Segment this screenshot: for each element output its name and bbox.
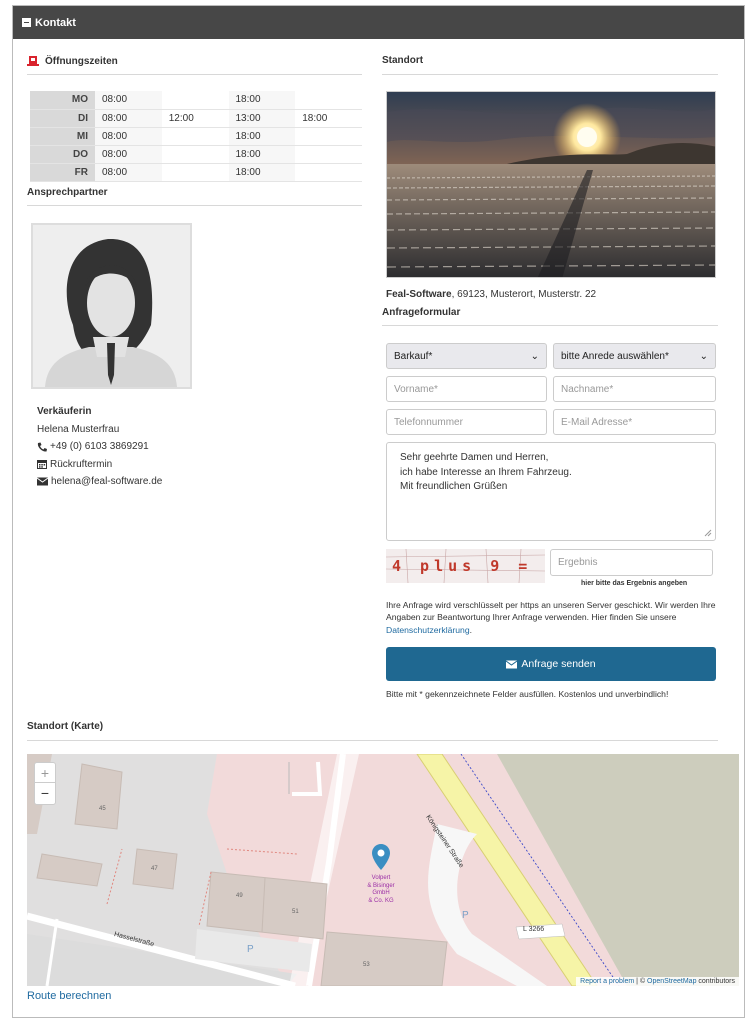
location-address: Feal-Software, 69123, Musterort, Musters… <box>386 289 597 300</box>
day-cell: FR <box>30 163 95 182</box>
panel-title: Kontakt <box>35 16 76 29</box>
table-row: MO 08:00 18:00 <box>30 91 362 110</box>
time-cell: 18:00 <box>228 91 296 110</box>
salutation-select[interactable]: bitte Anrede auswählen* ⌄ <box>553 343 716 369</box>
chevron-down-icon: ⌄ <box>530 350 539 362</box>
contact-phone[interactable]: +49 (0) 6103 3869291 <box>37 438 162 456</box>
location-map[interactable]: + − Volpert & Bisinger GmbH & Co. KG Kön… <box>27 754 739 986</box>
time-cell <box>161 127 229 146</box>
contact-person-heading: Ansprechpartner <box>27 187 108 198</box>
house-number: 45 <box>99 806 106 812</box>
panel-header[interactable]: Kontakt <box>13 6 744 39</box>
email-input[interactable]: E-Mail Adresse* <box>553 409 716 435</box>
zoom-out-button[interactable]: − <box>35 783 55 803</box>
contact-role: Verkäuferin <box>37 406 92 417</box>
time-cell: 18:00 <box>228 163 296 182</box>
clock-icon <box>27 56 39 66</box>
send-request-button[interactable]: Anfrage senden <box>386 647 716 681</box>
chevron-down-icon: ⌄ <box>699 350 708 362</box>
lastname-input[interactable]: Nachname* <box>553 376 716 402</box>
captcha-hint: hier bitte das Ergebnis angeben <box>581 580 688 587</box>
map-marker-icon[interactable] <box>372 844 390 870</box>
envelope-icon <box>37 477 48 486</box>
contact-panel: Kontakt Öffnungszeiten MO 08:00 18:00 DI… <box>12 5 745 1018</box>
report-problem-link[interactable]: Report a problem <box>580 978 634 985</box>
zoom-control: + − <box>34 762 56 805</box>
phone-input[interactable]: Telefonnummer <box>386 409 547 435</box>
house-number: 53 <box>363 962 370 968</box>
time-cell <box>295 127 362 146</box>
parking-label: P <box>247 944 254 955</box>
time-cell <box>161 91 229 110</box>
message-textarea[interactable]: Sehr geehrte Damen und Herren, ich habe … <box>386 442 716 541</box>
time-cell: 18:00 <box>295 109 362 128</box>
table-row: FR 08:00 18:00 <box>30 163 362 182</box>
time-cell: 12:00 <box>161 109 229 128</box>
firstname-input[interactable]: Vorname* <box>386 376 547 402</box>
hours-heading: Öffnungszeiten <box>27 55 118 67</box>
captcha-text: 4 plus 9 = <box>392 557 533 575</box>
privacy-link[interactable]: Datenschutzerklärung <box>386 625 470 635</box>
time-cell <box>161 145 229 164</box>
time-cell: 08:00 <box>95 163 162 182</box>
time-cell: 08:00 <box>95 127 162 146</box>
contact-email[interactable]: helena@feal-software.de <box>37 473 162 491</box>
map-attribution: Report a problem | © OpenStreetMap contr… <box>576 977 739 986</box>
map-canvas <box>27 754 739 986</box>
calendar-icon <box>37 460 47 470</box>
time-cell: 18:00 <box>228 145 296 164</box>
avatar <box>31 223 192 389</box>
time-cell <box>161 163 229 182</box>
form-heading: Anfrageformular <box>382 307 461 318</box>
captcha-image: 4 plus 9 = <box>386 549 545 583</box>
table-row: DI 08:00 12:00 13:00 18:00 <box>30 109 362 128</box>
callback-link[interactable]: Rückruftermin <box>37 456 162 474</box>
day-cell: DI <box>30 109 95 128</box>
time-cell: 08:00 <box>95 145 162 164</box>
captcha-result-input[interactable]: Ergebnis <box>550 549 713 576</box>
opening-hours-table: MO 08:00 18:00 DI 08:00 12:00 13:00 18:0… <box>30 91 362 182</box>
road-ref-badge: L 3266 <box>523 926 545 933</box>
contact-details: Verkäuferin Helena Musterfrau +49 (0) 61… <box>37 403 162 491</box>
contact-name: Helena Musterfrau <box>37 423 120 435</box>
house-number: 49 <box>236 893 243 899</box>
time-cell <box>295 91 362 110</box>
time-cell: 08:00 <box>95 91 162 110</box>
house-number: 47 <box>151 866 158 872</box>
time-cell: 08:00 <box>95 109 162 128</box>
house-number: 51 <box>292 909 299 915</box>
route-link[interactable]: Route berechnen <box>27 990 111 1002</box>
day-cell: MI <box>30 127 95 146</box>
marker-label: Volpert & Bisinger GmbH & Co. KG <box>367 875 395 904</box>
envelope-icon <box>506 660 518 668</box>
day-cell: DO <box>30 145 95 164</box>
time-cell: 13:00 <box>228 109 296 128</box>
location-photo <box>386 91 716 278</box>
purchase-type-select[interactable]: Barkauf* ⌄ <box>386 343 547 369</box>
osm-link[interactable]: OpenStreetMap <box>647 978 696 985</box>
time-cell <box>295 163 362 182</box>
map-heading: Standort (Karte) <box>27 721 104 732</box>
table-row: MI 08:00 18:00 <box>30 127 362 146</box>
required-note: Bitte mit * gekennzeichnete Felder ausfü… <box>386 689 669 699</box>
time-cell: 18:00 <box>228 127 296 146</box>
table-row: DO 08:00 18:00 <box>30 145 362 164</box>
phone-icon <box>37 442 47 452</box>
parking-label: P <box>462 910 469 921</box>
privacy-note: Ihre Anfrage wird verschlüsselt per http… <box>386 600 716 635</box>
location-heading: Standort <box>382 55 424 66</box>
collapse-icon[interactable] <box>22 18 31 27</box>
zoom-in-button[interactable]: + <box>35 763 55 783</box>
day-cell: MO <box>30 91 95 110</box>
resize-handle-icon[interactable] <box>704 529 712 537</box>
time-cell <box>295 145 362 164</box>
